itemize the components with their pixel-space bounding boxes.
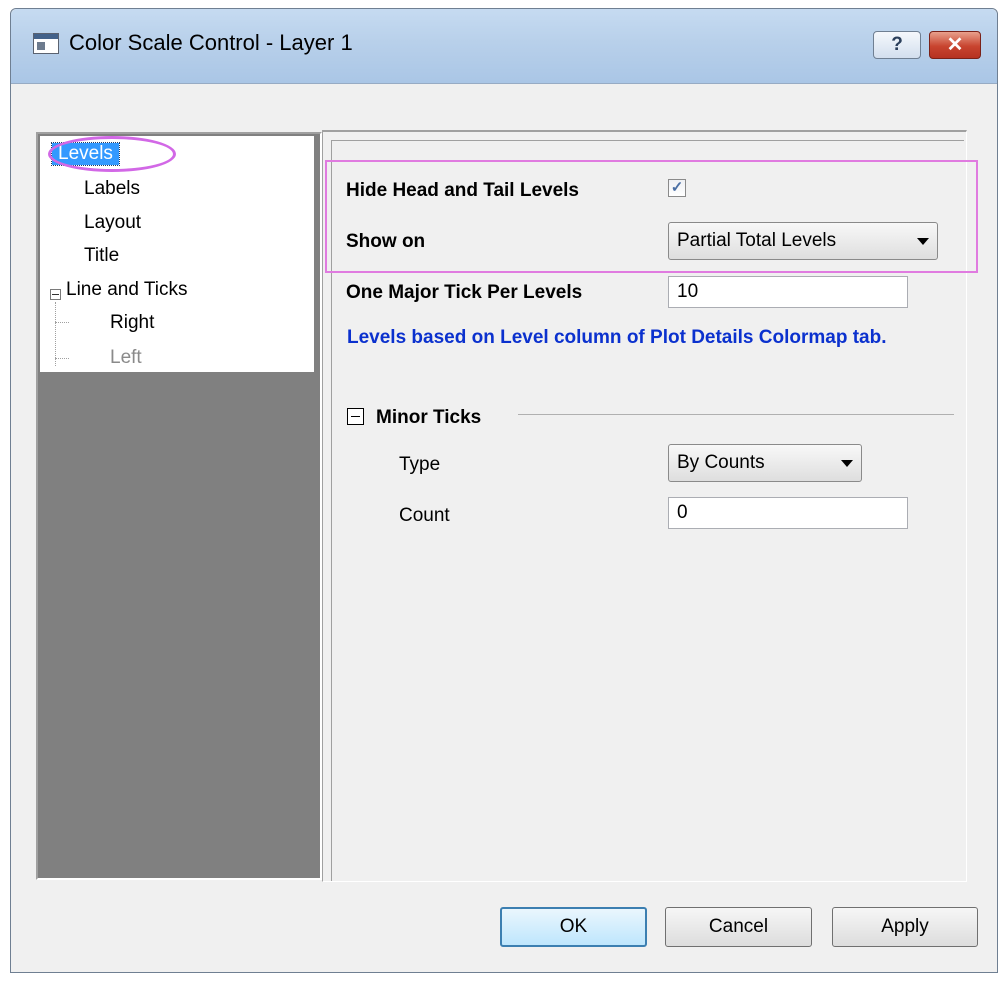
tree-connector [55, 302, 56, 366]
apply-button[interactable]: Apply [832, 907, 978, 947]
show-on-label: Show on [346, 231, 426, 252]
chevron-down-icon [917, 238, 929, 245]
show-on-value: Partial Total Levels [677, 230, 837, 251]
major-tick-label: One Major Tick Per Levels [346, 282, 583, 303]
ok-button[interactable]: OK [500, 907, 647, 947]
tree-item-layout[interactable]: Layout [84, 212, 141, 234]
tree-item-labels[interactable]: Labels [84, 178, 140, 200]
show-on-dropdown[interactable]: Partial Total Levels [668, 222, 938, 260]
window-icon [33, 33, 59, 54]
title-bar[interactable]: Color Scale Control - Layer 1 ? ✕ [11, 9, 997, 84]
info-note: Levels based on Level column of Plot Det… [347, 327, 887, 348]
type-value: By Counts [677, 452, 765, 473]
tree-item-line-and-ticks[interactable]: Line and Ticks [66, 279, 187, 301]
tree-item-title[interactable]: Title [84, 245, 119, 267]
tree-item-right[interactable]: Right [110, 312, 154, 334]
hide-head-tail-label: Hide Head and Tail Levels [346, 180, 580, 201]
section-divider [518, 414, 954, 415]
tree-connector [55, 358, 69, 359]
type-label: Type [399, 454, 441, 475]
navigation-tree: Levels Labels Layout Title Line and Tick… [40, 136, 314, 372]
hide-head-tail-checkbox[interactable]: ✓ [668, 179, 686, 197]
major-tick-input[interactable]: 10 [668, 276, 908, 308]
tree-connector [55, 322, 69, 323]
count-input[interactable]: 0 [668, 497, 908, 529]
window-title: Color Scale Control - Layer 1 [69, 30, 353, 55]
close-button[interactable]: ✕ [929, 31, 981, 59]
help-button[interactable]: ? [873, 31, 921, 59]
count-label: Count [399, 505, 450, 526]
minor-ticks-header: Minor Ticks [376, 407, 482, 428]
chevron-down-icon [841, 460, 853, 467]
type-dropdown[interactable]: By Counts [668, 444, 862, 482]
cancel-button[interactable]: Cancel [665, 907, 812, 947]
tree-item-levels[interactable]: Levels [51, 142, 120, 166]
navigation-tree-panel: Levels Labels Layout Title Line and Tick… [36, 132, 322, 880]
collapse-icon[interactable] [347, 408, 364, 425]
collapse-icon[interactable] [50, 289, 61, 300]
tree-item-left[interactable]: Left [110, 347, 142, 369]
